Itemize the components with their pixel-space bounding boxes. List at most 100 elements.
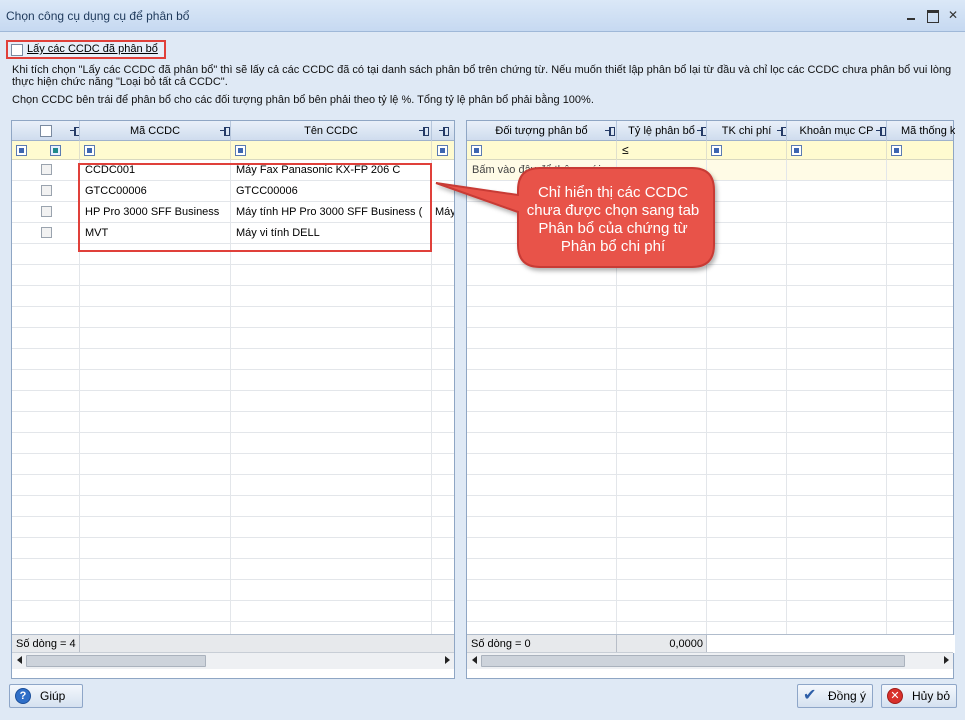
grid-header: Đối tượng phân bổ Tỷ lệ phân bổ TK chi p… (467, 121, 955, 141)
row-count: Số dòng = 0 (467, 635, 617, 653)
pin-icon[interactable] (70, 127, 79, 136)
tool-extra (432, 181, 454, 202)
filter-icon[interactable] (437, 145, 448, 156)
empty-row (12, 412, 454, 433)
ratio-total: 0,0000 (617, 635, 707, 653)
scroll-thumb[interactable] (481, 655, 905, 667)
row-checkbox[interactable] (41, 227, 52, 238)
row-checkbox[interactable] (41, 164, 52, 175)
tool-extra (432, 223, 454, 244)
pin-icon[interactable] (697, 127, 706, 136)
empty-row (12, 517, 454, 538)
horizontal-scrollbar[interactable] (12, 652, 454, 669)
filter-operator[interactable]: ≤ (622, 143, 629, 157)
empty-row (467, 559, 953, 580)
scroll-thumb[interactable] (26, 655, 206, 667)
tool-code: HP Pro 3000 SFF Business (80, 202, 231, 223)
maximize-icon[interactable] (925, 8, 939, 23)
option-checkbox[interactable] (11, 44, 23, 56)
grid-header: Mã CCDC Tên CCDC (12, 121, 454, 141)
empty-row (467, 538, 953, 559)
empty-row (467, 433, 953, 454)
header-expense-account[interactable]: TK chi phí (707, 121, 787, 141)
empty-row (467, 307, 953, 328)
tool-name: Máy vi tính DELL (231, 223, 432, 244)
empty-row (12, 328, 454, 349)
empty-row (12, 601, 454, 622)
empty-row (467, 580, 953, 601)
title-bar: Chọn công cụ dụng cụ để phân bổ ✕ (0, 0, 965, 32)
empty-row (12, 475, 454, 496)
empty-row (467, 328, 953, 349)
grid-rows: CCDC001 Máy Fax Panasonic KX-FP 206 C GTCC… (12, 160, 454, 660)
select-all-checkbox[interactable] (40, 125, 52, 137)
header-cost-item[interactable]: Khoản mục CP (787, 121, 887, 141)
header-stat-code[interactable]: Mã thống k (887, 121, 955, 141)
header-target[interactable]: Đối tượng phân bổ (467, 121, 617, 141)
grid-footer: Số dòng = 4 (12, 634, 454, 653)
select-all-header[interactable] (12, 121, 80, 141)
filter-icon[interactable] (84, 145, 95, 156)
row-count: Số dòng = 4 (12, 635, 80, 653)
option-label[interactable]: Lấy các CCDC đã phân bổ (27, 43, 158, 55)
option-get-allocated[interactable]: Lấy các CCDC đã phân bổ (6, 40, 166, 59)
scroll-right-icon[interactable] (445, 656, 450, 664)
info-text-1: Khi tích chọn "Lấy các CCDC đã phân bổ" … (12, 64, 952, 88)
table-row[interactable]: MVT Máy vi tính DELL (12, 223, 454, 244)
checkmark-icon: ✔ (803, 687, 817, 704)
close-icon[interactable]: ✕ (946, 8, 960, 22)
pin-icon[interactable] (777, 127, 786, 136)
table-row[interactable]: CCDC001 Máy Fax Panasonic KX-FP 206 C (12, 160, 454, 181)
pin-icon[interactable] (439, 127, 449, 136)
horizontal-scrollbar[interactable] (467, 652, 953, 669)
header-extra[interactable] (432, 121, 454, 141)
filter-icon[interactable] (471, 145, 482, 156)
cancel-icon: ✕ (887, 688, 903, 704)
table-row[interactable]: GTCC00006 GTCC00006 (12, 181, 454, 202)
row-checkbox[interactable] (41, 206, 52, 217)
table-row[interactable]: HP Pro 3000 SFF Business Máy tính HP Pro … (12, 202, 454, 223)
header-name[interactable]: Tên CCDC (231, 121, 432, 141)
pin-icon[interactable] (605, 127, 615, 136)
empty-row (467, 391, 953, 412)
empty-row (12, 538, 454, 559)
filter-icon[interactable] (791, 145, 802, 156)
filter-icon[interactable] (891, 145, 902, 156)
pin-icon[interactable] (876, 127, 886, 136)
empty-row (467, 286, 953, 307)
empty-row (467, 475, 953, 496)
filter-row: ≤ (467, 141, 953, 160)
tool-name: Máy Fax Panasonic KX-FP 206 C (231, 160, 432, 181)
new-row[interactable]: Bấm vào đây để thêm mới (467, 160, 953, 181)
help-button[interactable]: ? Giúp (9, 684, 83, 708)
empty-row (12, 265, 454, 286)
tool-code: MVT (80, 223, 231, 244)
scroll-left-icon[interactable] (472, 656, 477, 664)
scroll-left-icon[interactable] (17, 656, 22, 664)
filter-icon[interactable] (16, 145, 27, 156)
grid-footer: Số dòng = 0 0,0000 (467, 634, 955, 653)
filter-icon[interactable] (235, 145, 246, 156)
empty-row (467, 265, 953, 286)
help-icon: ? (15, 688, 31, 704)
empty-row (12, 286, 454, 307)
pin-icon[interactable] (419, 127, 429, 136)
minimize-icon[interactable] (904, 8, 918, 22)
empty-row (467, 601, 953, 622)
header-ratio[interactable]: Tỷ lệ phân bổ (617, 121, 707, 141)
empty-row (12, 370, 454, 391)
filter-check-icon[interactable] (50, 145, 61, 156)
empty-row (12, 349, 454, 370)
filter-icon[interactable] (711, 145, 722, 156)
empty-row (12, 496, 454, 517)
row-checkbox[interactable] (41, 185, 52, 196)
tool-code: CCDC001 (80, 160, 231, 181)
scroll-right-icon[interactable] (944, 656, 949, 664)
tool-name: GTCC00006 (231, 181, 432, 202)
new-row-hint[interactable]: Bấm vào đây để thêm mới (467, 160, 617, 181)
ok-button[interactable]: ✔ Đồng ý (797, 684, 873, 708)
pin-icon[interactable] (220, 127, 230, 136)
cancel-button[interactable]: ✕ Hủy bỏ (881, 684, 957, 708)
empty-row (467, 370, 953, 391)
header-code[interactable]: Mã CCDC (80, 121, 231, 141)
